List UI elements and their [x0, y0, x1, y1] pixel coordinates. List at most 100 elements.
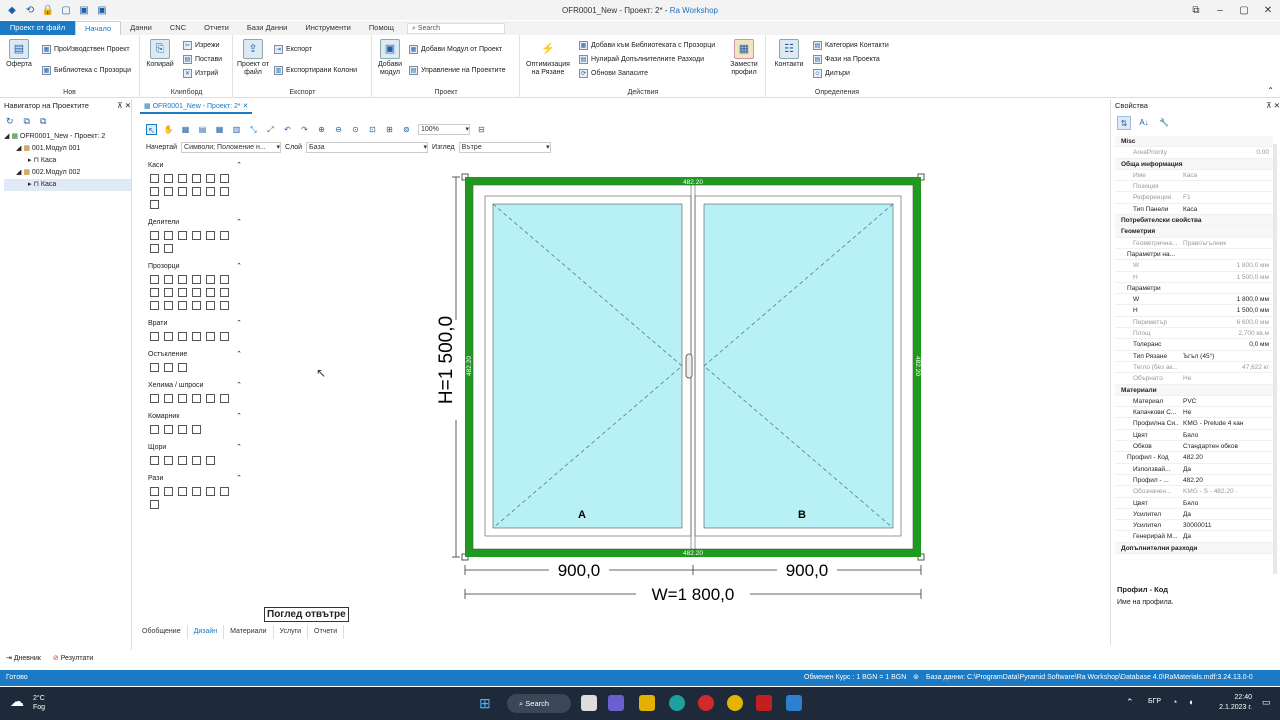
property-row[interactable]: Референция F1: [1115, 192, 1273, 204]
notification-icon[interactable]: ▭: [1262, 697, 1271, 708]
zoom-out-icon[interactable]: ⊖: [333, 124, 344, 135]
export-button[interactable]: ⇥ Експорт: [274, 45, 312, 54]
palette-item-icon[interactable]: [220, 487, 229, 496]
palette-item-icon[interactable]: [150, 275, 159, 284]
palette-item-icon[interactable]: [178, 487, 187, 496]
property-row[interactable]: Обозначен... KMG - S - 482.20 -: [1115, 486, 1273, 498]
palette-item-icon[interactable]: [192, 288, 201, 297]
property-category[interactable]: Допълнителни разходи: [1115, 542, 1273, 554]
tab-reports[interactable]: Отчети: [308, 625, 345, 639]
palette-section-title[interactable]: Делители ⌃: [148, 217, 242, 229]
edge-icon[interactable]: [669, 695, 685, 711]
property-row[interactable]: AreaPriority 0,00: [1115, 147, 1273, 159]
palette-item-icon[interactable]: [164, 244, 173, 253]
palette-item-icon[interactable]: [220, 332, 229, 341]
property-value[interactable]: Бяло: [1179, 498, 1273, 508]
palette-item-icon[interactable]: [192, 487, 201, 496]
palette-item-icon[interactable]: [192, 301, 201, 310]
undo-icon[interactable]: ↶: [282, 124, 293, 135]
property-value[interactable]: F1: [1179, 192, 1273, 202]
replace-profile-button[interactable]: ▦ Замести профил: [727, 39, 761, 77]
volume-icon[interactable]: ◖: [1188, 697, 1193, 707]
palette-item-icon[interactable]: [164, 231, 173, 240]
property-row[interactable]: Тип Рязане Ъгъл (45°): [1115, 351, 1273, 362]
property-value[interactable]: Правоъгълник: [1179, 238, 1273, 248]
layer-select[interactable]: База ▾: [306, 142, 429, 153]
palette-item-icon[interactable]: [178, 363, 187, 372]
restore-ribbon-icon[interactable]: ⧉: [1184, 0, 1208, 20]
property-value[interactable]: Да: [1179, 509, 1273, 519]
cut-optimization-button[interactable]: ⚡ Оптимизация на Рязане: [523, 39, 573, 77]
right-width-label[interactable]: 900,0: [786, 561, 829, 580]
project-phases-button[interactable]: ▤ Фази на Проекта: [813, 55, 880, 64]
property-value[interactable]: Ъгъл (45°): [1179, 351, 1273, 361]
palette-item-icon[interactable]: [178, 332, 187, 341]
palette-item-icon[interactable]: [150, 200, 159, 209]
property-row[interactable]: Усилител Да: [1115, 509, 1273, 521]
property-row[interactable]: Периметър 6 600,0 мм: [1115, 317, 1273, 329]
collapse-ribbon-icon[interactable]: ⌃: [1267, 86, 1274, 95]
zoom-all-icon[interactable]: ⊞: [384, 124, 395, 135]
task-view-icon[interactable]: [581, 695, 597, 711]
tree-item-frame[interactable]: ▸ ⊓ Каса: [4, 179, 131, 191]
palette-item-icon[interactable]: [192, 187, 201, 196]
property-value[interactable]: KMG - Prelude 4 кан: [1179, 418, 1273, 428]
property-category[interactable]: Геометрия: [1115, 226, 1273, 238]
chrome-icon[interactable]: [727, 695, 743, 711]
palette-item-icon[interactable]: [206, 332, 215, 341]
weather-icon[interactable]: ☁: [10, 693, 24, 710]
palette-item-icon[interactable]: [220, 288, 229, 297]
pin-icon[interactable]: ⊼ ✕: [1266, 100, 1280, 112]
palette-item-icon[interactable]: [192, 394, 201, 403]
tab-help[interactable]: Помощ: [360, 21, 403, 35]
tab-services[interactable]: Услуги: [274, 625, 309, 639]
property-value[interactable]: KMG - S - 482.20 -: [1179, 486, 1273, 496]
tab-home[interactable]: Начало: [75, 21, 122, 35]
property-row[interactable]: Обков Стандартен обков: [1115, 441, 1273, 453]
property-value[interactable]: [1179, 249, 1273, 259]
manage-projects-button[interactable]: ▤ Управление на Проектите: [409, 66, 506, 75]
property-row[interactable]: Геометрична... Правоъгълник: [1115, 238, 1273, 249]
palette-item-icon[interactable]: [178, 231, 187, 240]
close-button[interactable]: ✕: [1256, 0, 1280, 20]
update-stock-button[interactable]: ⟳ Обнови Запасите: [579, 69, 648, 78]
property-value[interactable]: 1 800,0 мм: [1179, 260, 1273, 270]
windows-start-icon[interactable]: ⊞: [479, 695, 495, 711]
property-value[interactable]: 482.20: [1179, 452, 1273, 462]
property-row[interactable]: Тегло (без ак... 47,622 кг: [1115, 362, 1273, 374]
property-value[interactable]: 2,700 кв.м: [1179, 328, 1273, 338]
add-module-from-project-button[interactable]: ▦ Добави Модул от Проект: [409, 45, 502, 54]
palette-item-icon[interactable]: [178, 187, 187, 196]
palette-item-icon[interactable]: [178, 174, 187, 183]
zoom-in-icon[interactable]: ⊕: [316, 124, 327, 135]
property-row[interactable]: Материал PVC: [1115, 396, 1273, 408]
property-value[interactable]: 47,622 кг: [1179, 362, 1273, 372]
palette-section-title[interactable]: Щори ⌃: [148, 442, 242, 454]
palette-item-icon[interactable]: [178, 425, 187, 434]
property-value[interactable]: Бяло: [1179, 430, 1273, 440]
delete-button[interactable]: ✕ Изтрий: [183, 69, 218, 78]
production-project-button[interactable]: ▦ ПроИзводствен Проект: [42, 45, 130, 54]
property-value[interactable]: 0,00: [1179, 147, 1273, 157]
palette-item-icon[interactable]: [150, 231, 159, 240]
palette-item-icon[interactable]: [178, 456, 187, 465]
tree-item-module[interactable]: ◢ ▦ 001.Модул 001: [4, 143, 131, 155]
palette-item-icon[interactable]: [206, 394, 215, 403]
palette-item-icon[interactable]: [164, 187, 173, 196]
minimize-button[interactable]: –: [1208, 0, 1232, 20]
palette-item-icon[interactable]: [164, 425, 173, 434]
wrench-icon[interactable]: 🔧: [1157, 116, 1171, 130]
height-dimension-label[interactable]: H=1 500,0: [436, 316, 457, 404]
tab-design[interactable]: Дизайн: [188, 625, 225, 639]
property-value[interactable]: 6 600,0 мм: [1179, 317, 1273, 327]
property-category[interactable]: Материали: [1115, 384, 1273, 396]
zoom-fit-icon[interactable]: ⊙: [350, 124, 361, 135]
property-scrollbar[interactable]: [1273, 144, 1277, 574]
results-tab[interactable]: ⊘ Резултати: [53, 654, 93, 662]
collapse-icon[interactable]: ⧉: [40, 116, 46, 127]
palette-item-icon[interactable]: [220, 231, 229, 240]
ribbon-search-input[interactable]: ⌕ Search: [406, 22, 505, 34]
palette-item-icon[interactable]: [206, 174, 215, 183]
palette-item-icon[interactable]: [220, 187, 229, 196]
property-value[interactable]: [1179, 283, 1273, 293]
